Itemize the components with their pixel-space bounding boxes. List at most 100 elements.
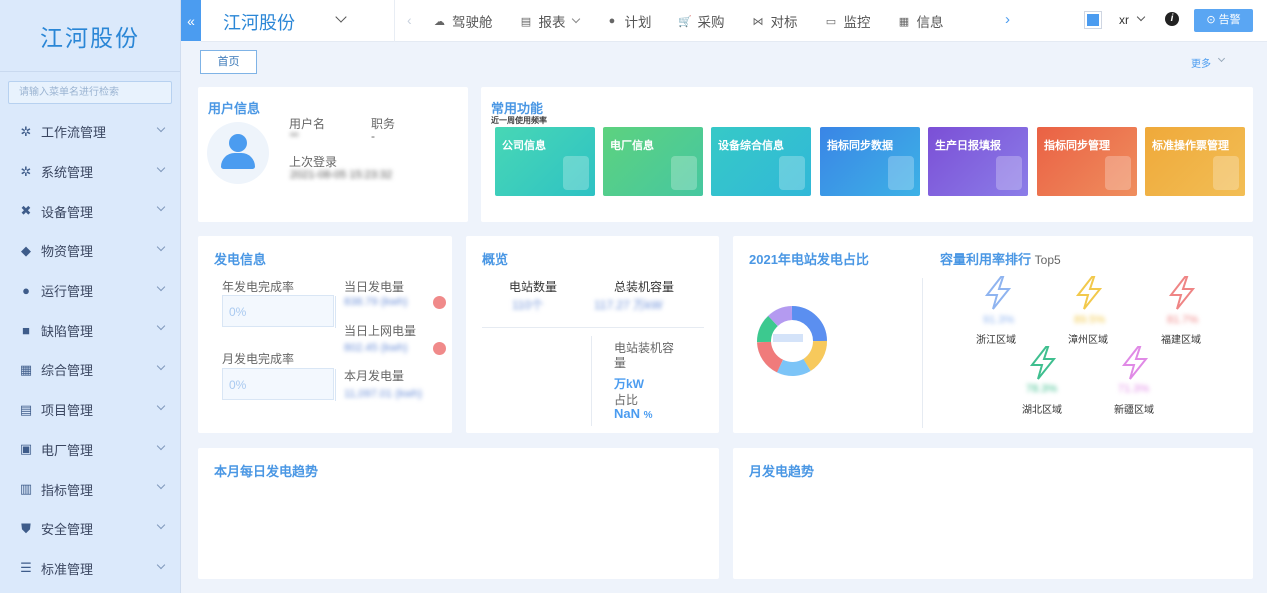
sidebar-menu: ✲ 工作流管理 ✲ 系统管理 ✖ 设备管理 ◆ 物资管理 ● 运行管理 ■ 缺陷管理 ▦ 综合…: [0, 112, 180, 588]
divider: [482, 327, 704, 328]
sidebar-item-indicator[interactable]: ▥ 指标管理: [0, 469, 180, 509]
tile-label: 指标同步管理: [1044, 140, 1110, 152]
station-count-label: 电站数量: [509, 280, 558, 294]
info-doc-icon: ▦: [898, 15, 910, 28]
nav-label: 对标: [770, 15, 798, 30]
bolt-icon: [1029, 346, 1057, 380]
chevron-left-icon[interactable]: ‹: [407, 12, 412, 28]
sidebar-item-general[interactable]: ▦ 综合管理: [0, 350, 180, 390]
chevron-down-icon[interactable]: [1136, 12, 1146, 22]
more-button[interactable]: 更多: [1191, 55, 1211, 70]
sidebar-item-materials[interactable]: ◆ 物资管理: [0, 231, 180, 271]
last-login-value: 2021-08-05 15:23:32: [290, 169, 393, 181]
sidebar-item-standard[interactable]: ☰ 标准管理: [0, 549, 180, 589]
info-icon[interactable]: i: [1165, 12, 1179, 26]
clipboard-icon: [563, 156, 589, 190]
menu-search-input[interactable]: 请输入菜单名进行检索: [8, 81, 172, 104]
rank-value: 78.3%: [1026, 383, 1058, 395]
chevron-down-icon: [156, 163, 166, 172]
nav-label: 计划: [624, 15, 652, 30]
chevron-down-icon: [156, 123, 166, 133]
chevron-down-icon: [156, 480, 166, 490]
year-completion-box: 0%: [222, 295, 336, 328]
tile-daily-report[interactable]: 生产日报填报: [928, 127, 1028, 196]
rank-value: 89.5%: [1074, 314, 1106, 326]
monthly-trend-card: 月发电趋势: [733, 448, 1253, 579]
sidebar-item-label: 缺陷管理: [41, 323, 94, 339]
compass-icon: ●: [22, 283, 30, 299]
tile-equipment-info[interactable]: 设备综合信息: [711, 127, 811, 196]
nav-benchmark[interactable]: ⋈ 对标: [752, 11, 798, 31]
avatar: [207, 122, 269, 184]
bolt-icon: [984, 276, 1012, 310]
nav-label: 采购: [697, 15, 725, 30]
rank-value: 91.3%: [983, 314, 1015, 326]
chevron-down-icon[interactable]: [335, 11, 347, 23]
card-title: 本月每日发电趋势: [214, 464, 319, 479]
tile-indicator-sync-manage[interactable]: 指标同步管理: [1037, 127, 1137, 196]
sidebar-item-safety[interactable]: ⛊ 安全管理: [0, 509, 180, 549]
tile-indicator-sync-data[interactable]: 指标同步数据: [820, 127, 920, 196]
rank-name: 漳州区域: [1068, 335, 1108, 346]
sidebar-item-operation[interactable]: ● 运行管理: [0, 271, 180, 311]
sidebar-item-equipment[interactable]: ✖ 设备管理: [0, 191, 180, 231]
nav-purchase[interactable]: 🛒 采购: [678, 11, 725, 31]
tile-plant-info[interactable]: 电厂信息: [603, 127, 703, 196]
tile-standard-ticket[interactable]: 标准操作票管理: [1145, 127, 1245, 196]
ratio-unit: %: [643, 410, 653, 421]
card-title: 概览: [482, 252, 509, 267]
sidebar-item-workflow[interactable]: ✲ 工作流管理: [0, 112, 180, 152]
fullscreen-icon[interactable]: [1084, 11, 1102, 29]
tile-label: 标准操作票管理: [1152, 140, 1229, 152]
ranking-suffix: Top5: [1034, 253, 1061, 267]
tile-label: 电厂信息: [610, 140, 654, 152]
nav-monitor[interactable]: ▭ 监控: [825, 11, 871, 31]
user-menu[interactable]: xr: [1119, 13, 1129, 27]
nav-report[interactable]: ▤ 报表: [520, 11, 580, 31]
rank-name: 新疆区域: [1114, 405, 1154, 416]
username-value: **: [290, 131, 299, 143]
install-capacity-unit: 万kW: [614, 377, 645, 391]
chevron-down-icon[interactable]: [1217, 54, 1226, 63]
top-header: 江河股份 ‹ ☁ 驾驶舱 ▤ 报表 ● 计划 🛒 采购 ⋈ 对标 ▭ 监控 ▦ 信息 › xr…: [201, 0, 1267, 42]
collapse-sidebar-button[interactable]: «: [181, 0, 201, 41]
install-capacity-label: 电站装机容量: [614, 341, 675, 370]
nav-info[interactable]: ▦ 信息: [898, 11, 944, 31]
sidebar-item-label: 安全管理: [41, 522, 94, 538]
tools-icon: ✖: [20, 203, 32, 219]
ratio-number: NaN: [614, 406, 641, 421]
divider: [394, 0, 395, 42]
rank-name: 浙江区域: [976, 335, 1016, 346]
nav-plan[interactable]: ● 计划: [606, 11, 652, 31]
card-title: 用户信息: [208, 101, 261, 116]
chevron-down-icon: [571, 14, 580, 24]
sidebar-item-plant[interactable]: ▣ 电厂管理: [0, 430, 180, 470]
sidebar-item-system[interactable]: ✲ 系统管理: [0, 152, 180, 192]
tile-label: 指标同步数据: [827, 140, 893, 152]
document-icon: ▥: [19, 481, 33, 497]
chevron-down-icon: [156, 441, 166, 450]
nav-cockpit[interactable]: ☁ 驾驶舱: [433, 11, 493, 31]
alarm-button[interactable]: ⊙ 告警: [1194, 9, 1253, 32]
total-capacity-label: 总装机容量: [614, 280, 675, 294]
card-title: 2021年电站发电占比: [749, 252, 869, 267]
chevron-right-icon[interactable]: ›: [1005, 11, 1010, 28]
gear-icon: ✲: [20, 163, 32, 179]
sidebar-item-label: 物资管理: [41, 244, 94, 260]
compare-icon: ⋈: [752, 15, 764, 28]
grid-icon: ▦: [19, 361, 33, 377]
user-info-card: 用户信息 用户名 ** 职务 - 上次登录 2021-08-05 15:23:3…: [198, 87, 468, 222]
month-completion-box: 0%: [222, 368, 336, 401]
tile-label: 公司信息: [502, 140, 546, 152]
sidebar-item-defect[interactable]: ■ 缺陷管理: [0, 310, 180, 350]
nav-label: 信息: [916, 15, 944, 30]
alert-dot-icon: [433, 296, 446, 309]
logo: 江河股份: [0, 0, 180, 72]
monitor-icon: ▭: [825, 15, 837, 28]
sidebar-item-project[interactable]: ▤ 项目管理: [0, 390, 180, 430]
nav-label: 报表: [538, 15, 566, 30]
last-login-label: 上次登录: [289, 155, 338, 169]
gear-icon: ✲: [20, 123, 32, 139]
tab-home[interactable]: 首页: [200, 50, 257, 74]
tile-company-info[interactable]: 公司信息: [495, 127, 595, 196]
